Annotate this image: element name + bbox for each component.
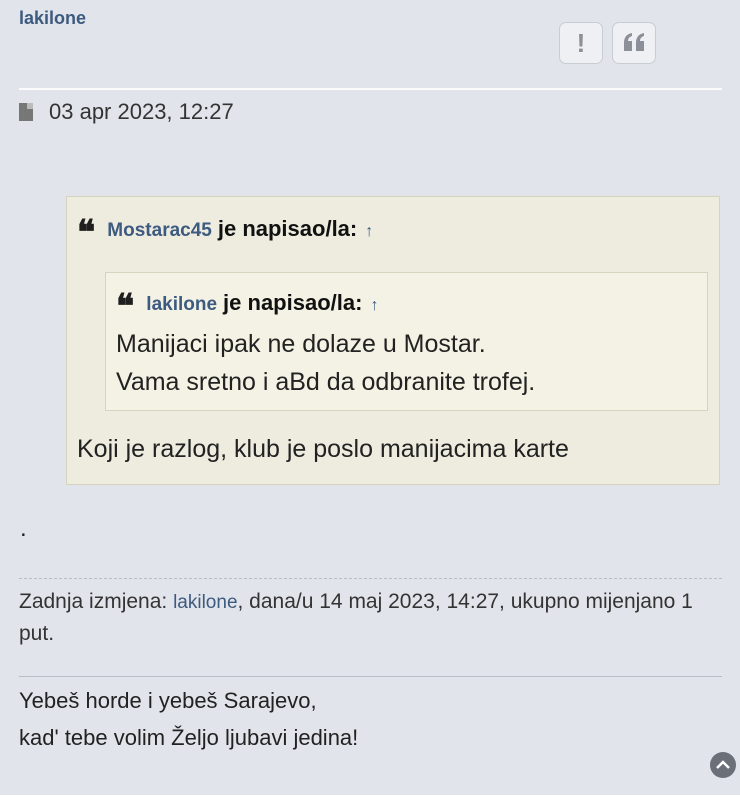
edit-note-user-link[interactable]: lakilone	[173, 592, 237, 613]
edit-divider	[19, 578, 722, 579]
nested-quote-user-link[interactable]: lakilone	[146, 294, 217, 316]
back-to-top-button[interactable]	[710, 752, 736, 778]
edit-note-prefix: Zadnja izmjena:	[19, 590, 174, 613]
signature-line-2: kad' tebe volim Željo ljubavi jedina!	[19, 725, 359, 750]
nested-quote-jump-link[interactable]: ↑	[370, 297, 378, 315]
post-author[interactable]: lakilone	[19, 8, 86, 29]
edit-note: Zadnja izmjena: lakilone, dana/u 14 maj …	[19, 586, 699, 649]
nested-quote-cite: ❝ lakilone je napisao/la: ↑	[116, 287, 378, 327]
quote-jump-link[interactable]: ↑	[365, 223, 373, 241]
quote-block: ❝ Mostarac45 je napisao/la: ↑ ❝ lakilone…	[66, 196, 720, 485]
chevron-up-icon	[716, 760, 730, 769]
post-date-text: 03 apr 2023, 12:27	[49, 99, 234, 124]
signature-line-1: Yebeš horde i yebeš Sarajevo,	[19, 688, 317, 713]
quote-button[interactable]	[612, 22, 656, 64]
signature-divider	[19, 676, 722, 677]
nested-quote-wrote-label: je napisao/la:	[223, 290, 363, 315]
bottom-bar	[0, 795, 740, 800]
nested-quote-line-2: Vama sretno i aBd da odbranite trofej.	[116, 368, 536, 396]
signature: Yebeš horde i yebeš Sarajevo, kad' tebe …	[19, 682, 358, 756]
quote-text: Koji je razlog, klub je poslo manijacima…	[77, 435, 569, 463]
nested-quote-line-1: Manijaci ipak ne dolaze u Mostar.	[116, 330, 486, 358]
nested-quote-block: ❝ lakilone je napisao/la: ↑ Manijaci ipa…	[105, 272, 708, 411]
report-button[interactable]: !	[559, 22, 603, 64]
report-icon: !	[576, 27, 586, 58]
quote-wrote-label: je napisao/la:	[217, 216, 358, 241]
quote-user-link[interactable]: Mostarac45	[107, 220, 212, 242]
nested-quote-text: Manijaci ipak ne dolaze u Mostar. Vama s…	[116, 325, 535, 401]
file-icon	[19, 103, 33, 121]
quote-mark-icon: ❝	[77, 213, 96, 253]
quote-icon	[624, 33, 644, 51]
post-divider	[19, 88, 722, 90]
quote-mark-icon: ❝	[116, 287, 135, 327]
post-body-text: .	[20, 515, 27, 542]
post-date: 03 apr 2023, 12:27	[19, 99, 234, 125]
quote-cite: ❝ Mostarac45 je napisao/la: ↑	[77, 213, 373, 253]
